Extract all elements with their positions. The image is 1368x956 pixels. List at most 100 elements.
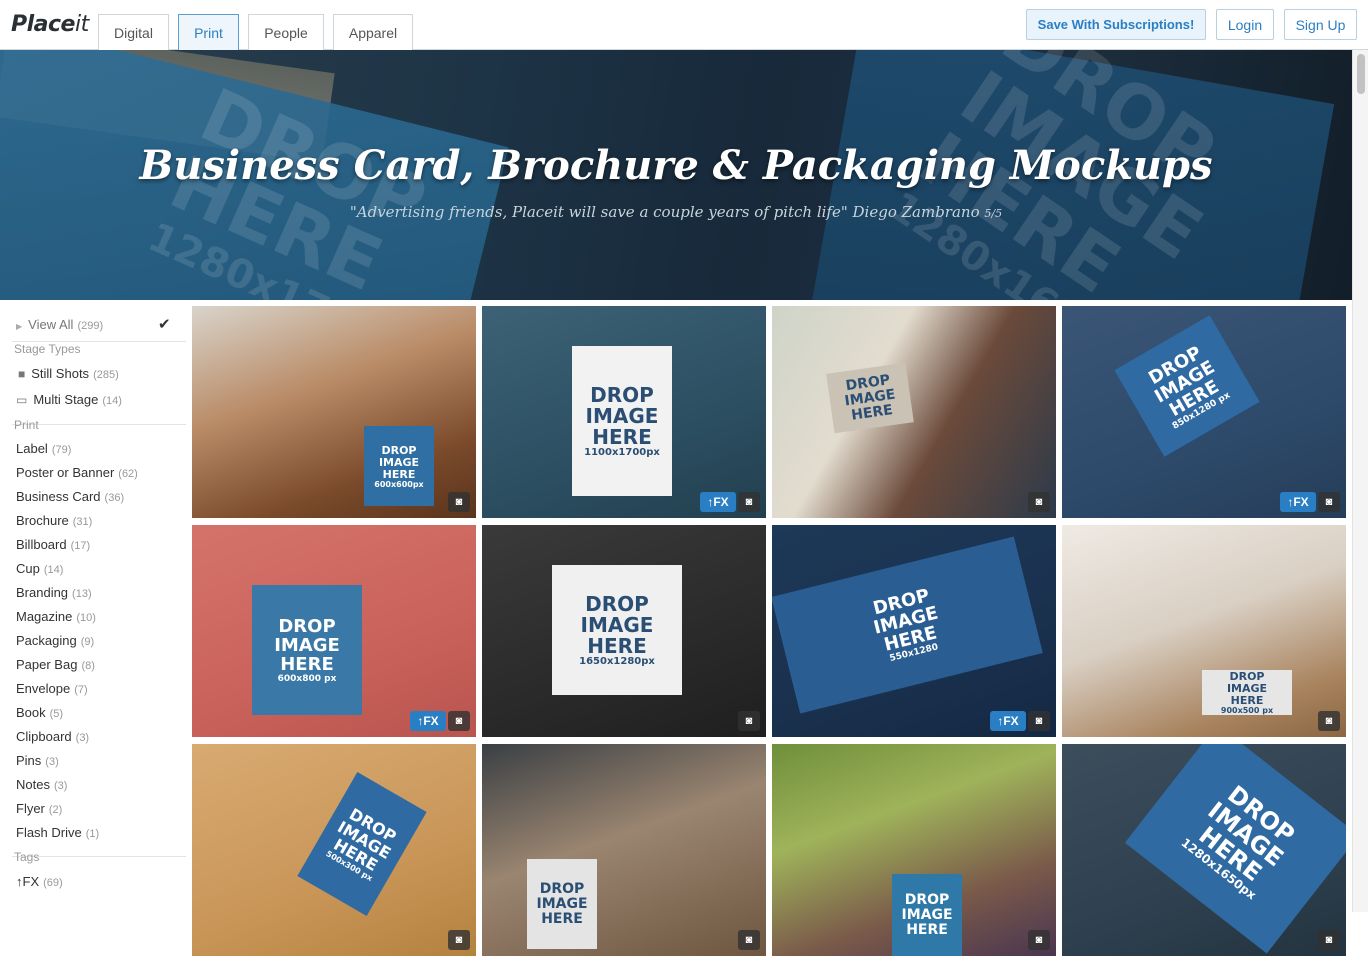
mockup-tile[interactable]: DROP IMAGE HERE ◙ bbox=[772, 306, 1056, 518]
drop-text: IMAGE bbox=[378, 455, 420, 469]
drop-image-placeholder: DROP IMAGE HERE 550x1280 bbox=[772, 536, 1043, 714]
placeit-logo[interactable]: Placeit bbox=[11, 12, 89, 37]
filter-print-item[interactable]: Label (79) bbox=[16, 441, 71, 456]
filter-label: Label bbox=[16, 441, 48, 456]
mockup-tile[interactable]: DROP IMAGE HERE ◙ bbox=[772, 744, 1056, 956]
filter-label: Flyer bbox=[16, 801, 45, 816]
login-button[interactable]: Login bbox=[1216, 9, 1274, 40]
drop-image-placeholder: DROP IMAGE HERE 600x800 px bbox=[252, 585, 362, 715]
tab-people[interactable]: People bbox=[248, 14, 324, 50]
filter-print-item[interactable]: Magazine (10) bbox=[16, 609, 96, 624]
mockup-tile[interactable]: DROP IMAGE HERE 600x600px ◙ bbox=[192, 306, 476, 518]
fx-badge: ↑FX bbox=[1280, 492, 1316, 512]
filter-count: (2) bbox=[48, 804, 63, 816]
filter-print-item[interactable]: Packaging (9) bbox=[16, 633, 94, 648]
filter-print-item[interactable]: Billboard (17) bbox=[16, 537, 90, 552]
filter-label: Branding bbox=[16, 585, 69, 600]
mockup-tile[interactable]: DROP IMAGE HERE 550x1280 ↑FX ◙ bbox=[772, 525, 1056, 737]
filter-print-item[interactable]: Business Card (36) bbox=[16, 489, 124, 504]
drop-text: IMAGE bbox=[580, 613, 654, 637]
mockup-tile[interactable]: DROP IMAGE HERE ◙ bbox=[482, 744, 766, 956]
filter-print-item[interactable]: Clipboard (3) bbox=[16, 729, 89, 744]
filter-count: (3) bbox=[75, 732, 90, 744]
drop-text: HERE bbox=[906, 922, 948, 938]
filter-label: Paper Bag bbox=[16, 657, 78, 672]
drop-image-placeholder: DROP IMAGE HERE bbox=[826, 362, 914, 434]
scrollbar-thumb[interactable] bbox=[1357, 54, 1365, 94]
filter-print-item[interactable]: Flyer (2) bbox=[16, 801, 62, 816]
drop-text: DROP bbox=[1229, 670, 1265, 683]
filter-view-all[interactable]: ▶ View All (299) bbox=[16, 317, 103, 332]
drop-image-placeholder: DROP IMAGE HERE 1100x1700px bbox=[572, 346, 672, 496]
filter-label: Packaging bbox=[16, 633, 77, 648]
filter-count: (1) bbox=[85, 828, 100, 840]
camera-icon: ◙ bbox=[1028, 492, 1050, 512]
filter-label: Magazine bbox=[16, 609, 73, 624]
filter-count: (3) bbox=[53, 780, 68, 792]
filter-count: (8) bbox=[81, 660, 95, 672]
filter-label: Poster or Banner bbox=[16, 465, 115, 480]
page-scrollbar[interactable] bbox=[1352, 50, 1368, 912]
drop-text: DROP bbox=[585, 592, 649, 616]
drop-text: DROP bbox=[904, 892, 950, 908]
mockup-tile[interactable]: DROP IMAGE HERE 500x300 px ◙ bbox=[192, 744, 476, 956]
filter-print-item[interactable]: Poster or Banner (62) bbox=[16, 465, 138, 480]
filter-label: Flash Drive bbox=[16, 825, 82, 840]
mockup-tile[interactable]: DROP IMAGE HERE 1280x1650px ◙ bbox=[1062, 744, 1346, 956]
filter-label: Pins bbox=[16, 753, 42, 768]
filter-count: (7) bbox=[74, 684, 88, 696]
filter-count: (31) bbox=[72, 516, 93, 528]
mockup-tile[interactable]: DROP IMAGE HERE 900x500 px ◙ bbox=[1062, 525, 1346, 737]
page-title: Business Card, Brochure & Packaging Mock… bbox=[139, 142, 1213, 189]
drop-text: DROP bbox=[590, 383, 654, 407]
camera-icon: ◙ bbox=[448, 930, 470, 950]
drop-image-placeholder: DROP IMAGE HERE 1650x1280px bbox=[552, 565, 682, 695]
caret-right-icon: ▶ bbox=[16, 322, 23, 331]
tab-print[interactable]: Print bbox=[178, 14, 239, 50]
drop-image-placeholder: DROP IMAGE HERE 900x500 px bbox=[1202, 670, 1292, 715]
filter-count: (17) bbox=[70, 540, 91, 552]
filter-print-item[interactable]: Envelope (7) bbox=[16, 681, 88, 696]
mockup-tile[interactable]: DROP IMAGE HERE 600x800 px ↑FX ◙ bbox=[192, 525, 476, 737]
mockup-tile[interactable]: DROP IMAGE HERE 1100x1700px ↑FX ◙ bbox=[482, 306, 766, 518]
camera-icon: ◙ bbox=[1028, 711, 1050, 731]
signup-button[interactable]: Sign Up bbox=[1284, 9, 1357, 40]
filter-tag-fx[interactable]: ↑FX (69) bbox=[16, 874, 63, 889]
drop-text: HERE bbox=[592, 425, 652, 449]
save-with-subscriptions-button[interactable]: Save With Subscriptions! bbox=[1026, 9, 1206, 40]
drop-text: IMAGE bbox=[1226, 682, 1268, 695]
camera-icon: ■ bbox=[18, 367, 26, 381]
drop-text: HERE bbox=[280, 653, 334, 675]
camera-icon: ◙ bbox=[1318, 930, 1340, 950]
filter-still-shots[interactable]: ■ Still Shots (285) bbox=[18, 366, 119, 381]
filter-count: (5) bbox=[49, 708, 64, 720]
print-heading: Print bbox=[14, 418, 39, 432]
filter-print-item[interactable]: Notes (3) bbox=[16, 777, 67, 792]
filter-print-item[interactable]: Branding (13) bbox=[16, 585, 92, 600]
filter-print-item[interactable]: Flash Drive (1) bbox=[16, 825, 99, 840]
drop-text: HERE bbox=[541, 911, 583, 927]
hero-banner: DROP HERE 1280x1775 DROP IMAGE HERE 1280… bbox=[0, 50, 1352, 300]
testimonial-rating: 5/5 bbox=[984, 207, 1003, 220]
mockup-tile[interactable]: DROP IMAGE HERE 850x1280 px ↑FX ◙ bbox=[1062, 306, 1346, 518]
filter-multi-stage[interactable]: ▭ Multi Stage (14) bbox=[16, 392, 122, 407]
fx-badge: ↑FX bbox=[410, 711, 446, 731]
filter-print-item[interactable]: Pins (3) bbox=[16, 753, 59, 768]
camera-icon: ◙ bbox=[1318, 711, 1340, 731]
drop-image-placeholder: DROP IMAGE HERE 600x600px bbox=[364, 426, 434, 506]
filter-print-item[interactable]: Brochure (31) bbox=[16, 513, 92, 528]
drop-text: IMAGE bbox=[901, 907, 953, 923]
camera-icon: ◙ bbox=[448, 711, 470, 731]
fx-badge: ↑FX bbox=[700, 492, 736, 512]
drop-text: IMAGE bbox=[274, 634, 340, 656]
drop-text: HERE bbox=[587, 634, 647, 658]
filter-print-item[interactable]: Cup (14) bbox=[16, 561, 63, 576]
tab-digital[interactable]: Digital bbox=[98, 14, 169, 50]
camera-icon: ◙ bbox=[1028, 930, 1050, 950]
filter-print-item[interactable]: Book (5) bbox=[16, 705, 63, 720]
filter-label: Business Card bbox=[16, 489, 101, 504]
mockup-tile[interactable]: DROP IMAGE HERE 1650x1280px ◙ bbox=[482, 525, 766, 737]
filter-print-item[interactable]: Paper Bag (8) bbox=[16, 657, 95, 672]
tab-apparel[interactable]: Apparel bbox=[333, 14, 413, 50]
filter-count: (9) bbox=[80, 636, 95, 648]
